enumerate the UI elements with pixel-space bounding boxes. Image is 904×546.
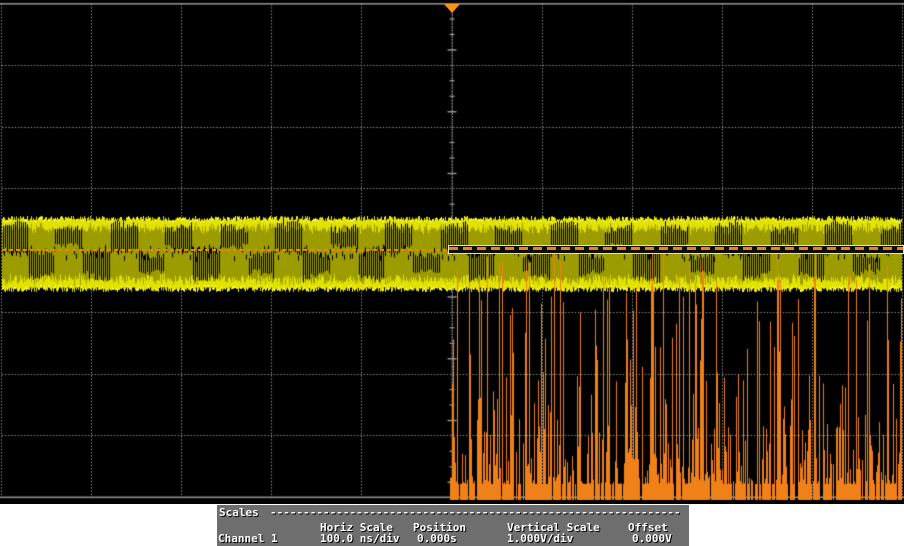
- scales-divider: ----------------------------------------…: [270, 506, 681, 519]
- vertical-scale-value: 1.000V/div: [507, 532, 574, 545]
- horizontal-marker-bar[interactable]: [448, 245, 904, 254]
- marker-bar-dash: [449, 247, 903, 250]
- oscilloscope-screen: Scales ---------------------------------…: [0, 0, 904, 546]
- scales-panel: Scales ---------------------------------…: [217, 505, 689, 546]
- offset-value: 0.000V: [632, 532, 672, 545]
- trigger-position-marker-icon[interactable]: [444, 4, 460, 13]
- scales-title: Scales: [219, 506, 259, 519]
- channel-name: Channel 1: [218, 532, 278, 545]
- trigger-level-line[interactable]: [2, 249, 448, 251]
- horiz-scale-value: 100.0 ns/div: [320, 532, 400, 545]
- position-value: 0.000s: [417, 532, 457, 545]
